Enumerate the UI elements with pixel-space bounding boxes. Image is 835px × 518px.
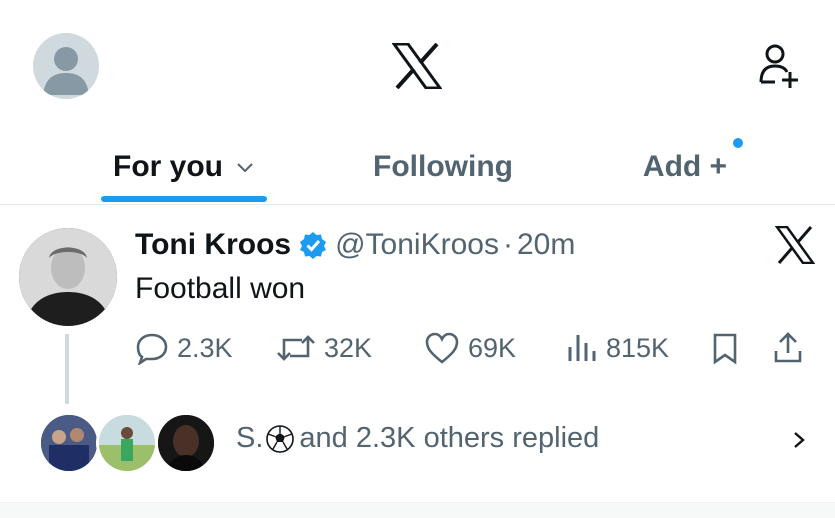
tweet-author-avatar[interactable]: [19, 228, 117, 326]
tweet-actions: 2.3K 32K 69K 815K: [0, 326, 835, 370]
active-tab-underline: [101, 196, 267, 202]
tab-following[interactable]: Following: [350, 130, 536, 204]
like-button[interactable]: 69K: [424, 326, 516, 370]
x-logo-icon[interactable]: [775, 226, 815, 264]
timeline-tabs: For you Following Add +: [0, 130, 835, 205]
share-icon: [774, 332, 802, 363]
add-user-icon[interactable]: [757, 42, 803, 90]
tweet-text: Football won: [135, 272, 306, 305]
meta-separator: ·: [502, 228, 513, 261]
default-avatar-icon: [43, 47, 89, 95]
author-handle[interactable]: @ToniKroos: [335, 228, 499, 262]
replier-avatar: [96, 412, 158, 474]
analytics-icon: [568, 335, 596, 361]
reply-icon: [136, 333, 168, 365]
bookmark-icon: [713, 333, 737, 365]
bookmark-button[interactable]: [710, 326, 748, 370]
replier-photo: [99, 415, 155, 471]
views-button[interactable]: 815K: [566, 326, 669, 370]
view-count: 815K: [606, 332, 670, 363]
replies-summary-text: S. and 2.3K others replied: [236, 422, 599, 455]
repost-button[interactable]: 32K: [276, 326, 372, 370]
soccer-ball-icon: [266, 424, 295, 453]
replier-avatar: [38, 412, 100, 474]
tab-add[interactable]: Add +: [620, 130, 750, 204]
reply-count: 2.3K: [177, 332, 233, 363]
replier-avatar: [155, 412, 217, 474]
repost-icon: [277, 335, 315, 361]
chevron-down-icon: [237, 163, 253, 173]
replier-photo: [41, 415, 97, 471]
reply-button[interactable]: 2.3K: [135, 326, 233, 370]
replies-summary-suffix: and 2.3K others replied: [299, 422, 600, 454]
replies-summary[interactable]: S. and 2.3K others replied: [0, 408, 835, 474]
share-button[interactable]: [772, 326, 812, 370]
tweet-header: Toni Kroos @ToniKroos · 20m: [135, 226, 575, 264]
x-logo-icon: [392, 43, 442, 89]
replier-photo: [158, 415, 214, 471]
tab-add-label: Add +: [642, 150, 728, 183]
repost-count: 32K: [324, 332, 373, 363]
chevron-right-icon: [794, 432, 805, 448]
top-header: [0, 0, 835, 130]
tweet-timestamp[interactable]: 20m: [517, 228, 575, 262]
author-name[interactable]: Toni Kroos: [135, 228, 291, 262]
tab-following-label: Following: [373, 150, 513, 183]
replier-name: S.: [236, 422, 264, 454]
heart-icon: [425, 332, 459, 364]
new-indicator-dot: [733, 138, 743, 148]
verified-badge-icon: [300, 232, 327, 259]
like-count: 69K: [468, 332, 517, 363]
profile-avatar[interactable]: [33, 33, 99, 99]
next-post-divider: [0, 502, 835, 518]
author-photo: [19, 228, 117, 326]
tab-for-you-label: For you: [113, 150, 223, 183]
tab-for-you[interactable]: For you: [100, 130, 268, 204]
